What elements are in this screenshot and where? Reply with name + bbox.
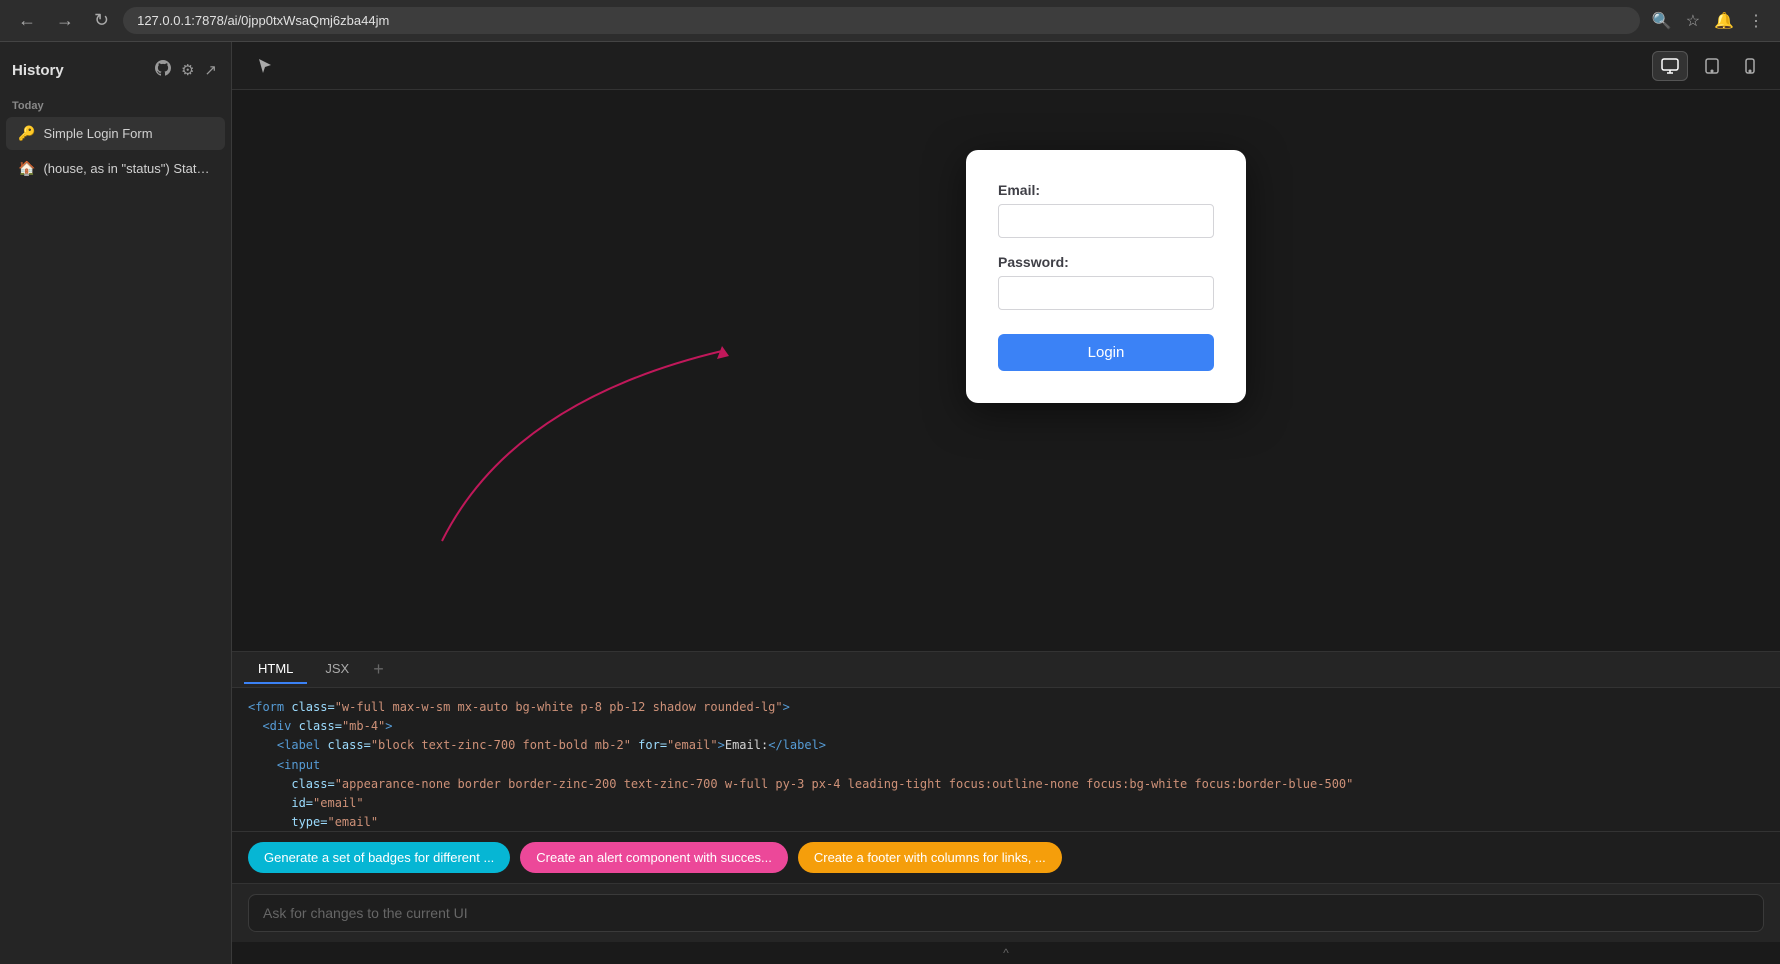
email-group: Email:	[998, 182, 1214, 238]
email-input[interactable]	[998, 204, 1214, 238]
sidebar-header: History ⚙ ↗	[0, 54, 231, 94]
login-button[interactable]: Login	[998, 334, 1214, 371]
address-bar[interactable]	[123, 7, 1640, 34]
settings-icon[interactable]: ⚙	[179, 58, 196, 82]
password-group: Password:	[998, 254, 1214, 310]
tab-jsx[interactable]: JSX	[311, 655, 363, 684]
code-line-7: type="email"	[248, 813, 1764, 831]
suggestion-badges-button[interactable]: Generate a set of badges for different .…	[248, 842, 510, 873]
preview-pane: Email: Password: Login	[232, 90, 1780, 651]
suggestion-alert-button[interactable]: Create an alert component with succes...	[520, 842, 788, 873]
toolbar-center	[1652, 51, 1764, 81]
key-icon: 🔑	[18, 125, 35, 142]
suggestions-bar: Generate a set of badges for different .…	[232, 831, 1780, 883]
house-icon: 🏠	[18, 160, 35, 177]
code-line-3: <label class="block text-zinc-700 font-b…	[248, 736, 1764, 755]
notification-icon[interactable]: 🔔	[1710, 7, 1738, 35]
sidebar-item-label-2: (house, as in "status") Status Badg… (ho…	[43, 161, 213, 176]
main-layout: History ⚙ ↗ Today 🔑 Simple Login Form 🏠 …	[0, 42, 1780, 964]
external-link-icon[interactable]: ↗	[202, 58, 219, 82]
star-icon[interactable]: ☆	[1682, 7, 1704, 35]
annotation-arrow	[432, 301, 732, 551]
code-content[interactable]: <form class="w-full max-w-sm mx-auto bg-…	[232, 688, 1780, 831]
sidebar-item-status-badge[interactable]: 🏠 (house, as in "status") Status Badg… (…	[6, 152, 225, 185]
desktop-view-button[interactable]	[1652, 51, 1688, 81]
sidebar-title: History	[12, 62, 64, 79]
menu-icon[interactable]: ⋮	[1744, 7, 1768, 35]
input-bar	[232, 883, 1780, 942]
content-area: Email: Password: Login HTML JSX + <form …	[232, 42, 1780, 964]
sidebar: History ⚙ ↗ Today 🔑 Simple Login Form 🏠 …	[0, 42, 232, 964]
cursor-tool-button[interactable]	[248, 51, 282, 81]
forward-button[interactable]: →	[50, 6, 80, 35]
sidebar-header-icons: ⚙ ↗	[153, 58, 219, 82]
search-icon[interactable]: 🔍	[1648, 7, 1676, 35]
code-line-5: class="appearance-none border border-zin…	[248, 775, 1764, 794]
suggestion-footer-button[interactable]: Create a footer with columns for links, …	[798, 842, 1062, 873]
email-label: Email:	[998, 182, 1214, 198]
prompt-input[interactable]	[248, 894, 1764, 932]
password-input[interactable]	[998, 276, 1214, 310]
code-tabs: HTML JSX +	[232, 652, 1780, 688]
sidebar-item-label: Simple Login Form	[43, 126, 213, 141]
code-line-6: id="email"	[248, 794, 1764, 813]
sidebar-section-today: Today	[0, 94, 231, 116]
code-line-2: <div class="mb-4">	[248, 717, 1764, 736]
add-tab-button[interactable]: +	[367, 657, 390, 682]
sidebar-item-login-form[interactable]: 🔑 Simple Login Form	[6, 117, 225, 150]
preview-toolbar	[232, 42, 1780, 90]
browser-chrome: ← → ↻ 🔍 ☆ 🔔 ⋮	[0, 0, 1780, 42]
refresh-button[interactable]: ↻	[88, 6, 115, 35]
toolbar-left	[248, 51, 282, 81]
code-panel: HTML JSX + <form class="w-full max-w-sm …	[232, 651, 1780, 831]
tab-html[interactable]: HTML	[244, 655, 307, 684]
github-icon[interactable]	[153, 58, 173, 82]
tablet-view-button[interactable]	[1696, 51, 1728, 81]
password-label: Password:	[998, 254, 1214, 270]
login-card: Email: Password: Login	[966, 150, 1246, 403]
code-line-4: <input	[248, 756, 1764, 775]
mobile-view-button[interactable]	[1736, 51, 1764, 81]
code-line-1: <form class="w-full max-w-sm mx-auto bg-…	[248, 698, 1764, 717]
back-button[interactable]: ←	[12, 6, 42, 35]
expand-handle[interactable]: ^	[232, 942, 1780, 964]
